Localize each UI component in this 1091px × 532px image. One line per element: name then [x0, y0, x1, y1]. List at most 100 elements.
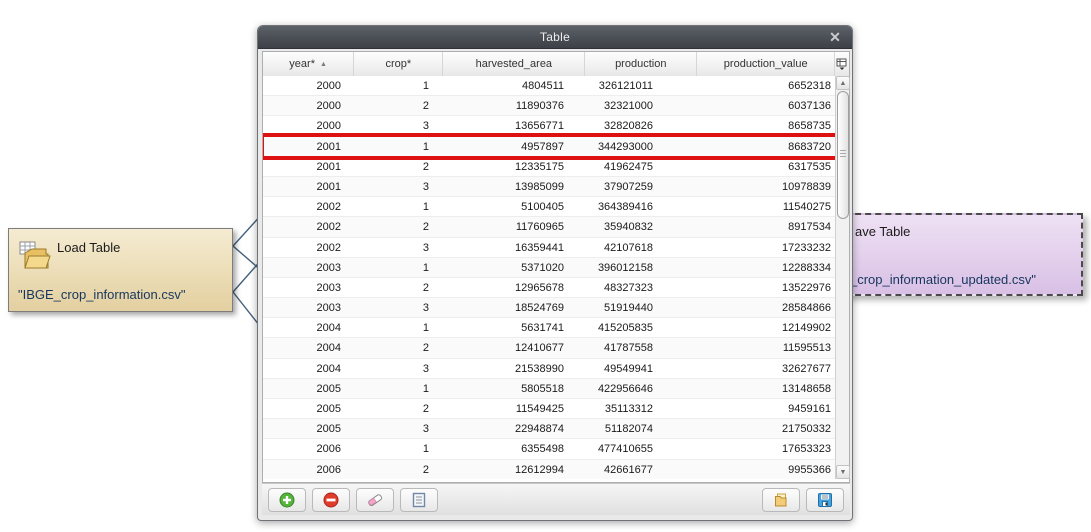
table-cell[interactable]: 3 [355, 419, 445, 438]
table-row[interactable]: 2000313656771328208268658735 [263, 116, 840, 136]
scroll-down-icon[interactable]: ▼ [836, 465, 850, 479]
table-row[interactable]: 20023163594414210761817233232 [263, 238, 840, 258]
table-cell[interactable]: 5100405 [445, 197, 588, 216]
table-cell[interactable]: 2 [355, 278, 445, 297]
table-cell[interactable]: 3 [355, 359, 445, 378]
table-row[interactable]: 20032129656784832732313522976 [263, 278, 840, 298]
table-cell[interactable]: 17233232 [701, 238, 840, 257]
table-cell[interactable]: 2002 [263, 197, 355, 216]
table-cell[interactable]: 2001 [263, 177, 355, 196]
table-cell[interactable]: 11540275 [701, 197, 840, 216]
table-row[interactable]: 2002211760965359408328917534 [263, 217, 840, 237]
table-cell[interactable]: 364389416 [588, 197, 701, 216]
table-cell[interactable]: 51182074 [588, 419, 701, 438]
table-cell[interactable]: 2004 [263, 338, 355, 357]
table-cell[interactable]: 1 [355, 76, 445, 95]
table-cell[interactable]: 13522976 [701, 278, 840, 297]
column-header-year[interactable]: year*▲ [263, 52, 354, 76]
table-cell[interactable]: 1 [355, 137, 445, 156]
table-cell[interactable]: 35113312 [588, 399, 701, 418]
table-cell[interactable]: 2006 [263, 460, 355, 479]
table-cell[interactable]: 41962475 [588, 157, 701, 176]
table-cell[interactable]: 21538990 [445, 359, 588, 378]
table-row[interactable]: 20033185247695191944028584866 [263, 298, 840, 318]
table-row[interactable]: 2006212612994426616779955366 [263, 460, 840, 479]
table-cell[interactable]: 326121011 [588, 76, 701, 95]
column-header-production[interactable]: production [585, 52, 697, 76]
table-cell[interactable]: 422956646 [588, 379, 701, 398]
table-cell[interactable]: 32627677 [701, 359, 840, 378]
table-cell[interactable]: 11760965 [445, 217, 588, 236]
table-cell[interactable]: 35940832 [588, 217, 701, 236]
table-cell[interactable]: 2000 [263, 116, 355, 135]
vertical-scrollbar[interactable]: ▲ ▼ [835, 76, 849, 479]
table-cell[interactable]: 28584866 [701, 298, 840, 317]
table-cell[interactable]: 49549941 [588, 359, 701, 378]
table-cell[interactable]: 13985099 [445, 177, 588, 196]
table-cell[interactable]: 2 [355, 96, 445, 115]
table-cell[interactable]: 48327323 [588, 278, 701, 297]
table-cell[interactable]: 2004 [263, 318, 355, 337]
table-cell[interactable]: 5631741 [445, 318, 588, 337]
table-cell[interactable]: 32321000 [588, 96, 701, 115]
scrollbar-thumb[interactable] [837, 91, 849, 219]
table-cell[interactable]: 477410655 [588, 439, 701, 458]
table-cell[interactable]: 10978839 [701, 177, 840, 196]
table-cell[interactable]: 1 [355, 197, 445, 216]
column-picker-icon[interactable] [835, 52, 849, 76]
table-cell[interactable]: 3 [355, 116, 445, 135]
table-cell[interactable]: 12288334 [701, 258, 840, 277]
save-table-button[interactable] [806, 488, 844, 512]
table-cell[interactable]: 8683720 [701, 137, 840, 156]
table-row[interactable]: 20013139850993790725910978839 [263, 177, 840, 197]
table-cell[interactable]: 5805518 [445, 379, 588, 398]
remove-row-button[interactable] [312, 488, 350, 512]
table-cell[interactable]: 2005 [263, 419, 355, 438]
table-cell[interactable]: 16359441 [445, 238, 588, 257]
scroll-up-icon[interactable]: ▲ [836, 76, 850, 90]
table-cell[interactable]: 41787558 [588, 338, 701, 357]
table-cell[interactable]: 2 [355, 399, 445, 418]
table-cell[interactable]: 3 [355, 238, 445, 257]
copy-table-button[interactable] [762, 488, 800, 512]
table-cell[interactable]: 1 [355, 379, 445, 398]
view-details-button[interactable] [400, 488, 438, 512]
table-cell[interactable]: 2000 [263, 76, 355, 95]
table-cell[interactable]: 2003 [263, 298, 355, 317]
table-cell[interactable]: 2000 [263, 96, 355, 115]
table-cell[interactable]: 6652318 [701, 76, 840, 95]
table-row[interactable]: 20053229488745118207421750332 [263, 419, 840, 439]
table-cell[interactable]: 2005 [263, 399, 355, 418]
table-cell[interactable]: 2003 [263, 258, 355, 277]
table-cell[interactable]: 3 [355, 177, 445, 196]
table-cell[interactable]: 4804511 [445, 76, 588, 95]
table-cell[interactable]: 11890376 [445, 96, 588, 115]
table-row[interactable]: 20041563174141520583512149902 [263, 318, 840, 338]
table-row[interactable]: 20051580551842295664613148658 [263, 379, 840, 399]
table-cell[interactable]: 2006 [263, 439, 355, 458]
table-row[interactable]: 20031537102039601215812288334 [263, 258, 840, 278]
table-cell[interactable]: 1 [355, 318, 445, 337]
table-row[interactable]: 20021510040536438941611540275 [263, 197, 840, 217]
table-cell[interactable]: 2001 [263, 157, 355, 176]
table-row[interactable]: 2005211549425351133129459161 [263, 399, 840, 419]
table-cell[interactable]: 37907259 [588, 177, 701, 196]
table-cell[interactable]: 1 [355, 258, 445, 277]
table-cell[interactable]: 2004 [263, 359, 355, 378]
load-table-module[interactable]: Load Table "IBGE_crop_information.csv" [8, 228, 233, 312]
table-cell[interactable]: 4957897 [445, 137, 588, 156]
table-cell[interactable]: 51919440 [588, 298, 701, 317]
table-cell[interactable]: 11549425 [445, 399, 588, 418]
column-header-production_value[interactable]: production_value [697, 52, 835, 76]
table-row[interactable]: 2000211890376323210006037136 [263, 96, 840, 116]
close-icon[interactable]: ✕ [826, 29, 844, 46]
table-cell[interactable]: 22948874 [445, 419, 588, 438]
table-cell[interactable]: 396012158 [588, 258, 701, 277]
table-cell[interactable]: 21750332 [701, 419, 840, 438]
table-cell[interactable]: 5371020 [445, 258, 588, 277]
table-cell[interactable]: 42661677 [588, 460, 701, 479]
table-cell[interactable]: 32820826 [588, 116, 701, 135]
table-row[interactable]: 20061635549847741065517653323 [263, 439, 840, 459]
table-cell[interactable]: 2 [355, 157, 445, 176]
table-cell[interactable]: 9955366 [701, 460, 840, 479]
